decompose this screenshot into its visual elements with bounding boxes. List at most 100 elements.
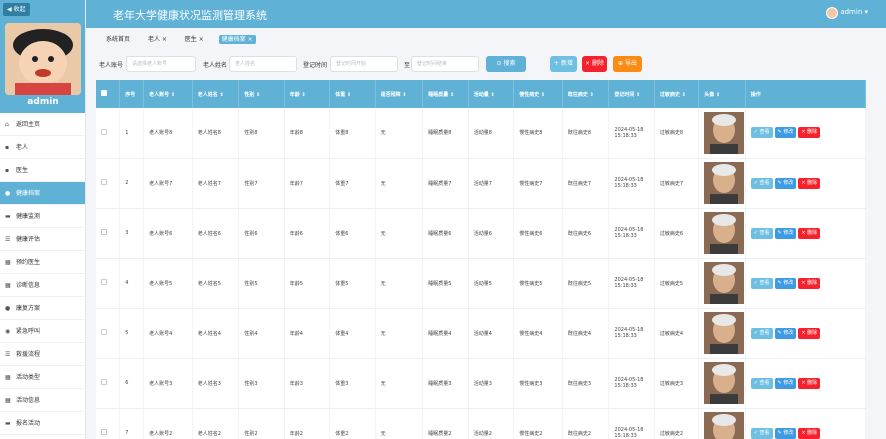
sidebar-item-1[interactable]: ▪ 老人 <box>0 136 85 159</box>
sidebar-item-5[interactable]: ☰ 健康评估 <box>0 228 85 251</box>
table-row[interactable]: 4 老人账号5 老人姓名5 性别5 年龄5 体重5 无睡眠质量5 活动量5 慢性病史5 既往病史5… <box>96 258 866 309</box>
user-menu[interactable]: admin ▾ <box>840 8 868 16</box>
col-avatar[interactable]: 头像 ⇕ <box>698 80 746 108</box>
cell-gender: 性别7 <box>238 158 285 209</box>
cell-history: 既往病史3 <box>562 358 610 409</box>
cell-no: 2 <box>119 158 145 209</box>
row-checkbox[interactable] <box>96 358 121 409</box>
date-end-input[interactable]: 登记时间结束 <box>411 56 479 72</box>
row-delete-button[interactable]: × 删除 <box>798 377 821 389</box>
col-chronic[interactable]: 慢性病史 ⇕ <box>513 80 563 108</box>
avatar-photo[interactable] <box>698 208 746 259</box>
date-start-input[interactable]: 登记时间开始 <box>330 56 398 72</box>
search-button[interactable]: ⊙ 搜索 <box>486 56 526 72</box>
row-checkbox[interactable] <box>96 208 121 259</box>
sidebar-item-label: 医生 <box>16 167 29 174</box>
sidebar-item-8[interactable]: ● 康复方案 <box>0 297 85 320</box>
row-delete-button[interactable]: × 删除 <box>798 427 821 439</box>
name-input[interactable]: 老人姓名 <box>229 56 297 72</box>
edit-button[interactable]: ✎ 修改 <box>774 177 797 189</box>
col-weight[interactable]: 体重 ⇕ <box>329 80 376 108</box>
cell-age: 年龄7 <box>284 158 331 209</box>
col-activity[interactable]: 活动量 ⇕ <box>468 80 515 108</box>
tab-health-record[interactable]: 健康档案 × <box>218 35 256 44</box>
cell-no: 1 <box>119 108 145 159</box>
cell-weight: 体重2 <box>329 408 376 439</box>
sidebar-item-6[interactable]: ▦ 预约医生 <box>0 251 85 274</box>
avatar-photo[interactable] <box>698 158 746 209</box>
row-checkbox[interactable] <box>96 258 121 309</box>
row-delete-button[interactable]: × 删除 <box>798 127 821 139</box>
avatar-photo[interactable] <box>698 108 746 159</box>
row-checkbox[interactable] <box>96 108 121 159</box>
row-delete-button[interactable]: × 删除 <box>798 227 821 239</box>
export-button[interactable]: ⊕ 导出 <box>613 56 642 72</box>
row-checkbox[interactable] <box>96 408 121 439</box>
col-account[interactable]: 老人账号 ⇕ <box>143 80 193 108</box>
sidebar-item-3[interactable]: ● 健康档案 <box>0 182 85 205</box>
sidebar-item-7[interactable]: ▦ 诊断信息 <box>0 274 85 297</box>
sidebar-item-11[interactable]: ▦ 活动类型 <box>0 366 85 389</box>
sidebar-item-10[interactable]: ☰ 救援流程 <box>0 343 85 366</box>
select-all-checkbox[interactable] <box>96 80 121 108</box>
view-button[interactable]: ✓ 查看 <box>750 127 773 139</box>
view-button[interactable]: ✓ 查看 <box>750 427 773 439</box>
table-row[interactable]: 6 老人账号3 老人姓名3 性别3 年龄3 体重3 无睡眠质量3 活动量3 慢性病史3 既往病史3… <box>96 358 866 409</box>
col-disabled[interactable]: 是否残障 ⇕ <box>375 80 424 108</box>
avatar-photo[interactable] <box>698 358 746 409</box>
cell-date: 2024-05-18 15:18:33 <box>608 158 655 209</box>
view-button[interactable]: ✓ 查看 <box>750 327 773 339</box>
row-checkbox[interactable] <box>96 158 121 209</box>
avatar-photo[interactable] <box>698 258 746 309</box>
row-delete-button[interactable]: × 删除 <box>798 177 821 189</box>
cell-account: 老人账号4 <box>143 308 193 359</box>
tab-doctor[interactable]: 医生 × <box>182 35 207 44</box>
view-button[interactable]: ✓ 查看 <box>750 377 773 389</box>
table-row[interactable]: 7 老人账号2 老人姓名2 性别2 年龄2 体重2 无睡眠质量2 活动量2 慢性病史2 既往病史2… <box>96 408 866 439</box>
table-row[interactable]: 2 老人账号7 老人姓名7 性别7 年龄7 体重7 无睡眠质量7 活动量7 慢性病史7 既往病史7… <box>96 158 866 209</box>
table-row[interactable]: 5 老人账号4 老人姓名4 性别4 年龄4 体重4 无睡眠质量4 活动量4 慢性病史4 既往病史4… <box>96 308 866 359</box>
col-gender[interactable]: 性别 ⇕ <box>238 80 285 108</box>
list-icon: ☰ <box>5 236 11 243</box>
edit-button[interactable]: ✎ 修改 <box>774 277 797 289</box>
row-delete-button[interactable]: × 删除 <box>798 277 821 289</box>
edit-button[interactable]: ✎ 修改 <box>774 427 797 439</box>
sidebar-item-12[interactable]: ▦ 活动信息 <box>0 389 85 412</box>
edit-button[interactable]: ✎ 修改 <box>774 127 797 139</box>
row-checkbox[interactable] <box>96 308 121 359</box>
view-button[interactable]: ✓ 查看 <box>750 277 773 289</box>
sidebar-item-2[interactable]: ▪ 医生 <box>0 159 85 182</box>
edit-button[interactable]: ✎ 修改 <box>774 327 797 339</box>
delete-button[interactable]: × 删除 <box>582 56 607 72</box>
col-date[interactable]: 登记时间 ⇕ <box>608 80 655 108</box>
tab-elder[interactable]: 老人 × <box>145 35 170 44</box>
cell-no: 5 <box>119 308 145 359</box>
cell-sleep: 睡眠质量7 <box>422 158 469 209</box>
cell-allergy: 过敏病史8 <box>654 108 700 159</box>
account-select[interactable]: 请选择老人账号 <box>126 56 196 72</box>
view-button[interactable]: ✓ 查看 <box>750 177 773 189</box>
edit-button[interactable]: ✎ 修改 <box>774 377 797 389</box>
sidebar-item-13[interactable]: ▬ 报名活动 <box>0 412 85 435</box>
user-avatar[interactable] <box>826 7 838 19</box>
tab-home[interactable]: 系统首页 <box>103 35 133 44</box>
collapse-button[interactable]: ◀ 收起 <box>3 3 30 16</box>
sidebar-item-label: 健康评估 <box>16 236 41 243</box>
sidebar-item-0[interactable]: ⌂ 返回主页 <box>0 113 85 136</box>
add-button[interactable]: + 新增 <box>550 56 577 72</box>
avatar-photo[interactable] <box>698 408 746 439</box>
cell-account: 老人账号8 <box>143 108 193 159</box>
col-name[interactable]: 老人姓名 ⇕ <box>192 80 240 108</box>
col-history[interactable]: 既往病史 ⇕ <box>562 80 610 108</box>
col-age[interactable]: 年龄 ⇕ <box>284 80 331 108</box>
col-allergy[interactable]: 过敏病史 ⇕ <box>654 80 700 108</box>
sidebar-item-4[interactable]: ▬ 健康监测 <box>0 205 85 228</box>
view-button[interactable]: ✓ 查看 <box>750 227 773 239</box>
table-row[interactable]: 1 老人账号8 老人姓名8 性别8 年龄8 体重8 无睡眠质量8 活动量8 慢性病史8 既往病史8… <box>96 108 866 159</box>
col-sleep[interactable]: 睡眠质量 ⇕ <box>422 80 469 108</box>
sidebar-item-9[interactable]: ◉ 紧急呼叫 <box>0 320 85 343</box>
row-delete-button[interactable]: × 删除 <box>798 327 821 339</box>
edit-button[interactable]: ✎ 修改 <box>774 227 797 239</box>
avatar-photo[interactable] <box>698 308 746 359</box>
table-row[interactable]: 3 老人账号6 老人姓名6 性别6 年龄6 体重6 无睡眠质量6 活动量6 慢性病史6 既往病史6… <box>96 208 866 259</box>
